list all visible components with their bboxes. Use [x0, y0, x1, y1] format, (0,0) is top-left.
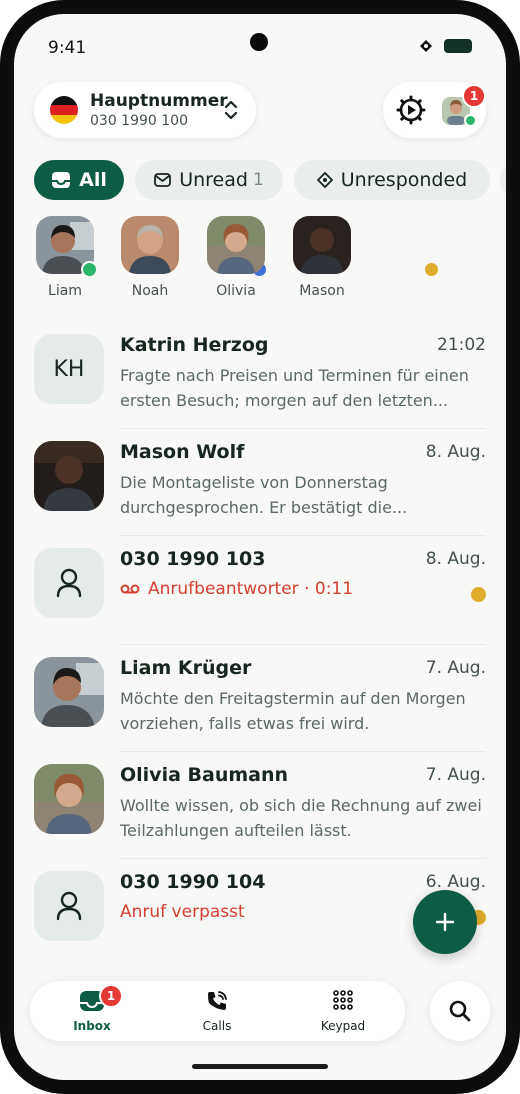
- germany-flag-icon: [50, 96, 78, 124]
- favorite-olivia[interactable]: Olivia: [200, 216, 440, 299]
- favorite-name: Liam: [48, 283, 82, 299]
- screen: 9:41 Hauptnummer 030 1990 100 1 All Unre…: [14, 14, 506, 1080]
- new-conversation-button[interactable]: [413, 890, 477, 954]
- status-time: 9:41: [48, 38, 87, 58]
- voicemail-text: Anrufbeantworter · 0:11: [148, 579, 354, 599]
- contact-name: Mason Wolf: [120, 441, 245, 463]
- contact-name: Liam Krüger: [120, 657, 252, 679]
- plus-icon: [435, 912, 455, 932]
- conversation-item[interactable]: 030 1990 103 8. Aug. Anrufbeantworter · …: [14, 536, 506, 645]
- avatar: [34, 764, 104, 834]
- search-icon: [449, 1000, 471, 1022]
- favorite-mason[interactable]: Mason: [286, 216, 358, 299]
- person-icon: [56, 891, 82, 921]
- avatar: [34, 441, 104, 511]
- conversation-item[interactable]: KH Katrin Herzog 21:02 Fragte nach Preis…: [14, 322, 506, 429]
- top-bar: Hauptnummer 030 1990 100 1: [14, 82, 506, 142]
- conversation-item[interactable]: Olivia Baumann 7. Aug. Wollte wissen, ob…: [14, 752, 506, 859]
- nav-keypad[interactable]: Keypad: [298, 989, 388, 1033]
- timestamp: 6. Aug.: [425, 872, 486, 892]
- search-button[interactable]: [430, 981, 490, 1041]
- inbox-icon: [52, 172, 71, 188]
- bottom-navigation: 1 Inbox Calls Keypad: [30, 981, 405, 1041]
- message-preview: Die Montageliste von Donnerstag durchges…: [120, 473, 408, 517]
- person-icon: [56, 568, 82, 598]
- favorite-name: Noah: [131, 283, 169, 299]
- unread-count: 1: [252, 170, 264, 190]
- voicemail-icon: [120, 584, 140, 594]
- avatar: [34, 657, 104, 727]
- battery-icon: [444, 39, 472, 53]
- status-icons: [420, 39, 472, 53]
- mail-icon: [154, 173, 172, 187]
- message-preview: Möchte den Freitagstermin auf den Morgen…: [120, 689, 466, 733]
- camera-hole: [250, 33, 268, 51]
- voicemail-status: Anrufbeantworter · 0:11: [120, 579, 353, 599]
- home-indicator[interactable]: [192, 1064, 328, 1069]
- number-selector[interactable]: Hauptnummer 030 1990 100: [34, 82, 256, 138]
- filter-unread-label: Unread: [179, 169, 248, 191]
- avatar: [293, 216, 351, 274]
- filter-all[interactable]: All: [34, 160, 124, 200]
- contact-name: 030 1990 103: [120, 548, 266, 570]
- favorite-contacts: Liam Noah Olivia Mason: [14, 216, 506, 306]
- conversation-item[interactable]: Mason Wolf 8. Aug. Die Montageliste von …: [14, 429, 506, 536]
- keypad-icon: [333, 990, 353, 1010]
- timestamp: 7. Aug.: [425, 765, 486, 785]
- contact-name: Katrin Herzog: [120, 334, 269, 356]
- message-preview: Wollte wissen, ob sich die Rechnung auf …: [120, 796, 482, 840]
- message-preview: Fragte nach Preisen und Terminen für ein…: [120, 366, 469, 410]
- filter-all-label: All: [79, 169, 107, 191]
- diamond-icon: [316, 172, 333, 188]
- missed-call-text: Anruf verpasst: [120, 902, 245, 922]
- status-bar: 9:41: [14, 14, 506, 78]
- filter-more[interactable]: [500, 160, 506, 200]
- timestamp: 8. Aug.: [425, 442, 486, 462]
- avatar: [34, 548, 104, 618]
- inbox-badge: 1: [99, 984, 123, 1008]
- contact-name: 030 1990 104: [120, 871, 266, 893]
- missed-call-status: Anruf verpasst: [120, 902, 245, 922]
- nav-inbox[interactable]: 1 Inbox: [47, 984, 137, 1033]
- profile-notification-badge: 1: [462, 84, 486, 108]
- favorite-noah[interactable]: Noah: [114, 216, 268, 299]
- avatar-initials: KH: [53, 356, 85, 382]
- conversation-item[interactable]: Liam Krüger 7. Aug. Möchte den Freitagst…: [14, 645, 506, 752]
- story-status-dot: [81, 261, 98, 278]
- number-value: 030 1990 100: [90, 113, 188, 129]
- unread-dot: [471, 587, 486, 602]
- location-icon: [420, 40, 432, 52]
- filter-unread[interactable]: Unread 1: [135, 160, 283, 200]
- avatar: [34, 871, 104, 941]
- story-status-dot: [423, 261, 440, 278]
- filter-tabs: All Unread 1 Unresponded: [34, 160, 506, 200]
- timestamp: 8. Aug.: [425, 549, 486, 569]
- gear-icon[interactable]: [396, 95, 426, 125]
- header-actions: 1: [383, 82, 486, 138]
- contact-name: Olivia Baumann: [120, 764, 289, 786]
- favorite-name: Mason: [299, 283, 345, 299]
- avatar: [121, 216, 179, 274]
- favorite-liam[interactable]: Liam: [29, 216, 101, 299]
- filter-unresponded-label: Unresponded: [340, 169, 468, 191]
- phone-icon: [208, 991, 227, 1010]
- avatar: [207, 216, 265, 274]
- chevron-updown-icon: [224, 100, 238, 120]
- avatar: KH: [34, 334, 104, 404]
- phone-frame: 9:41 Hauptnummer 030 1990 100 1 All Unre…: [0, 0, 520, 1094]
- online-status-dot: [464, 114, 477, 127]
- nav-inbox-label: Inbox: [73, 1019, 111, 1033]
- filter-unresponded[interactable]: Unresponded: [294, 160, 490, 200]
- nav-calls-label: Calls: [202, 1019, 232, 1033]
- timestamp: 21:02: [437, 335, 486, 355]
- nav-keypad-label: Keypad: [320, 1019, 366, 1033]
- timestamp: 7. Aug.: [425, 658, 486, 678]
- favorite-name: Olivia: [216, 283, 256, 299]
- number-name: Hauptnummer: [90, 91, 228, 111]
- nav-calls[interactable]: Calls: [172, 989, 262, 1033]
